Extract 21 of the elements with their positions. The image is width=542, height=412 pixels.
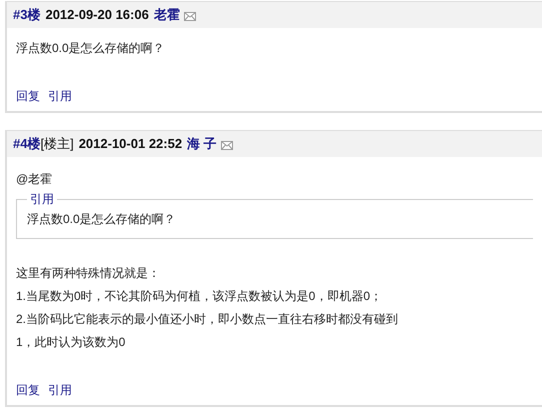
post-date: 2012-09-20 16:06 — [45, 6, 149, 24]
author-link[interactable]: 海 子 — [187, 134, 217, 154]
floor-link[interactable]: #3楼 — [13, 5, 40, 25]
post-action-link[interactable]: 回复 — [16, 87, 40, 105]
envelope-icon[interactable] — [220, 141, 233, 150]
post-text-line: 1.当尾数为0时，不论其阶码为何植，该浮点数被认为是0，即机器0； — [16, 288, 384, 305]
post-text-line: 这里有两种特殊情况就是： — [16, 265, 161, 282]
post-action-link[interactable]: 回复 — [16, 381, 40, 399]
mention-text: @老霍 — [16, 172, 52, 186]
post-date: 2012-10-01 22:52 — [78, 135, 182, 154]
post-text-line: 浮点数0.0是怎么存储的啊？ — [16, 40, 166, 57]
author-link[interactable]: 老霍 — [154, 5, 180, 25]
post-action-link[interactable]: 引用 — [48, 381, 72, 399]
post-text-line: 2.当阶码比它能表示的最小值还小时，即小数点一直往右移时都没有碰到 — [16, 311, 400, 328]
quote-label: 引用 — [29, 191, 55, 208]
quote-text: 浮点数0.0是怎么存储的啊？ — [27, 212, 176, 226]
post-text-line: 1，此时认为该数为0 — [16, 334, 126, 351]
op-tag: [楼主] — [40, 134, 74, 154]
post-action-link[interactable]: 引用 — [48, 87, 72, 105]
envelope-icon[interactable] — [184, 12, 196, 21]
floor-link[interactable]: #4楼 — [13, 134, 40, 154]
